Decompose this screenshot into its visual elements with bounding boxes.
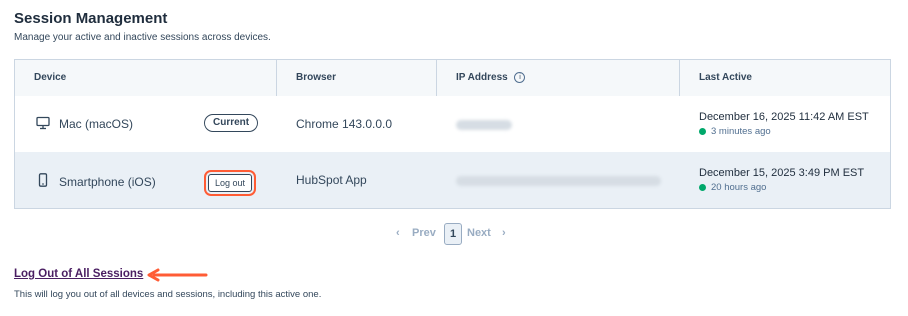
table-row: Mac (macOS) Current Chrome 143.0.0.0 Dec…	[15, 96, 890, 153]
active-status-dot	[699, 127, 706, 135]
desktop-monitor-icon	[36, 116, 50, 130]
active-status-dot	[699, 183, 706, 191]
last-active-ago: 3 minutes ago	[699, 126, 771, 137]
chevron-left-icon[interactable]: ‹	[396, 227, 400, 239]
page-title: Session Management	[14, 10, 168, 27]
page-subtitle: Manage your active and inactive sessions…	[14, 32, 271, 43]
column-divider	[276, 60, 277, 96]
current-session-badge: Current	[204, 114, 259, 132]
sessions-table: Device Browser IP Address i Last Active …	[14, 59, 891, 209]
prev-page-button[interactable]: Prev	[412, 227, 436, 239]
last-active-ago: 20 hours ago	[699, 182, 766, 193]
last-active-ago-text: 3 minutes ago	[711, 126, 771, 137]
last-active-date: December 15, 2025 3:49 PM EST	[699, 167, 865, 179]
device-name: Smartphone (iOS)	[59, 175, 156, 189]
last-active-ago-text: 20 hours ago	[711, 182, 767, 193]
column-header-ip: IP Address i	[456, 60, 526, 96]
chevron-right-icon[interactable]: ›	[502, 227, 506, 239]
arrow-left-icon	[147, 268, 208, 282]
page-number-button[interactable]: 1	[444, 223, 462, 245]
smartphone-icon	[38, 173, 48, 187]
info-icon[interactable]: i	[514, 71, 526, 83]
table-row: Smartphone (iOS) Log out HubSpot App Dec…	[15, 152, 890, 208]
device-name: Mac (macOS)	[59, 117, 134, 131]
column-header-last-active: Last Active	[699, 72, 752, 83]
last-active-date: December 16, 2025 11:42 AM EST	[699, 111, 869, 123]
column-divider	[436, 60, 437, 96]
redacted-ip-address	[456, 120, 512, 130]
log-out-button[interactable]: Log out	[203, 170, 257, 196]
log-out-all-sessions-link[interactable]: Log Out of All Sessions	[14, 268, 143, 280]
column-header-device: Device	[34, 72, 67, 83]
browser-name: HubSpot App	[296, 173, 367, 187]
ip-header-label: IP Address	[456, 72, 508, 83]
redacted-ip-address	[456, 176, 661, 186]
log-out-all-note: This will log you out of all devices and…	[14, 289, 322, 300]
table-header: Device Browser IP Address i Last Active	[15, 60, 890, 97]
next-page-button[interactable]: Next	[467, 227, 491, 239]
browser-name: Chrome 143.0.0.0	[296, 117, 393, 131]
column-header-browser: Browser	[296, 72, 337, 83]
column-divider	[679, 60, 680, 96]
